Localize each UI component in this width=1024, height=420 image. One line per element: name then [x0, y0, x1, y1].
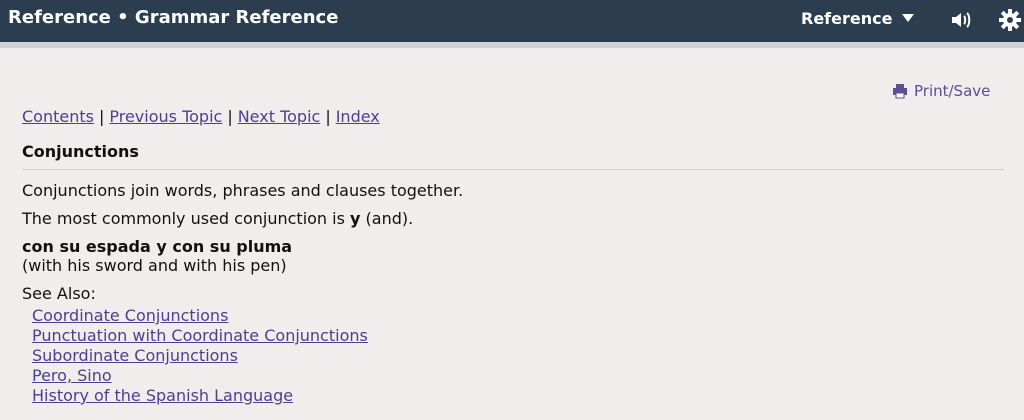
print-save-button[interactable]: Print/Save: [892, 82, 990, 100]
print-save-label: Print/Save: [914, 82, 991, 100]
example-block: con su espada y con su pluma (with his s…: [22, 237, 292, 275]
para-prefix: The most commonly used conjunction is: [22, 209, 351, 228]
speaker-icon[interactable]: [950, 10, 972, 30]
topic-navigation: Contents | Previous Topic | Next Topic | Index: [22, 107, 380, 126]
common-conjunction-text: The most commonly used conjunction is y …: [22, 209, 413, 228]
see-also-link-history[interactable]: History of the Spanish Language: [32, 386, 368, 406]
header-divider: [0, 42, 1024, 48]
index-link[interactable]: Index: [336, 107, 380, 126]
para-suffix: (and).: [360, 209, 414, 228]
nav-separator: |: [98, 107, 105, 126]
page-title: Reference • Grammar Reference: [8, 7, 339, 28]
see-also-link-punctuation[interactable]: Punctuation with Coordinate Conjunctions: [32, 326, 368, 346]
see-also-link-subordinate[interactable]: Subordinate Conjunctions: [32, 346, 368, 366]
next-topic-link[interactable]: Next Topic: [238, 107, 321, 126]
see-also-link-pero-sino[interactable]: Pero, Sino: [32, 366, 368, 386]
see-also-list: Coordinate Conjunctions Punctuation with…: [32, 306, 368, 406]
reference-dropdown[interactable]: Reference: [801, 9, 892, 28]
chevron-down-icon[interactable]: [902, 14, 914, 22]
printer-icon: [893, 84, 907, 99]
see-also-label: See Also:: [22, 284, 96, 303]
example-english: (with his sword and with his pen): [22, 256, 287, 275]
contents-link[interactable]: Contents: [22, 107, 94, 126]
topic-heading: Conjunctions: [22, 142, 139, 161]
top-bar: Reference • Grammar Reference Reference: [0, 0, 1024, 42]
nav-separator: |: [227, 107, 233, 126]
definition-text: Conjunctions join words, phrases and cla…: [22, 181, 464, 200]
conjunction-y: y: [350, 209, 361, 228]
divider: [22, 169, 1004, 170]
previous-topic-link[interactable]: Previous Topic: [109, 107, 222, 126]
see-also-link-coordinate[interactable]: Coordinate Conjunctions: [32, 306, 368, 326]
example-spanish: con su espada y con su pluma: [22, 237, 293, 256]
gear-icon[interactable]: [998, 8, 1022, 32]
nav-separator: |: [325, 107, 331, 126]
